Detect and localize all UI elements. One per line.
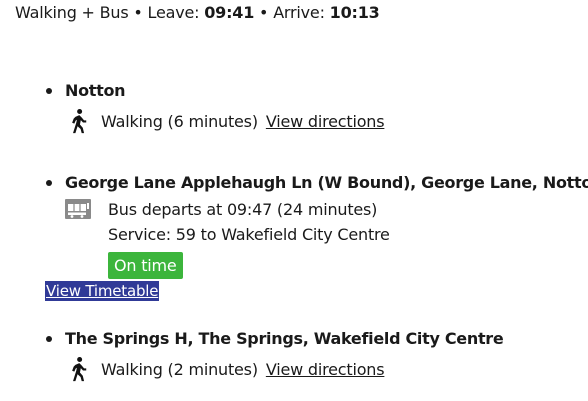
leg-description: Walking (2 minutes) <box>101 359 258 379</box>
list-item: Notton Walking (6 minutes) View directio… <box>45 80 575 142</box>
separator: • <box>259 3 269 22</box>
bullet <box>46 180 52 186</box>
leave-label: Leave: <box>147 3 200 22</box>
bullet <box>46 88 52 94</box>
journey-summary: Walking + Bus • Leave: 09:41 • Arrive: 1… <box>15 3 380 22</box>
on-time-status-badge: On time <box>108 252 183 279</box>
service-info: Service: 59 to Wakefield City Centre <box>108 225 390 244</box>
arrive-label: Arrive: <box>273 3 325 22</box>
walking-leg: Walking (2 minutes) View directions <box>65 356 575 382</box>
stop-name: Notton <box>65 81 126 100</box>
walking-person-icon <box>72 356 87 382</box>
bus-icon <box>65 199 91 219</box>
separator: • <box>133 3 143 22</box>
view-directions-link[interactable]: View directions <box>266 112 385 131</box>
list-item: George Lane Applehaugh Ln (W Bound), Geo… <box>45 172 588 317</box>
bullet <box>46 336 52 342</box>
stop-name: George Lane Applehaugh Ln (W Bound), Geo… <box>65 173 588 192</box>
walking-person-icon <box>72 108 87 134</box>
leave-time: 09:41 <box>204 3 255 22</box>
view-directions-link[interactable]: View directions <box>266 360 385 379</box>
stop-name: The Springs H, The Springs, Wakefield Ci… <box>65 329 504 348</box>
bus-leg: Bus departs at 09:47 (24 minutes) <box>65 196 575 222</box>
arrive-time: 10:13 <box>329 3 380 22</box>
journey-mode: Walking + Bus <box>15 3 129 22</box>
list-item: The Springs H, The Springs, Wakefield Ci… <box>45 328 575 382</box>
walking-leg: Walking (6 minutes) View directions <box>65 108 575 134</box>
leg-description: Bus departs at 09:47 (24 minutes) <box>108 199 378 219</box>
view-timetable-link[interactable]: View Timetable <box>45 281 160 301</box>
journey-stops-list: Notton Walking (6 minutes) View directio… <box>45 80 588 382</box>
leg-description: Walking (6 minutes) <box>101 111 258 131</box>
